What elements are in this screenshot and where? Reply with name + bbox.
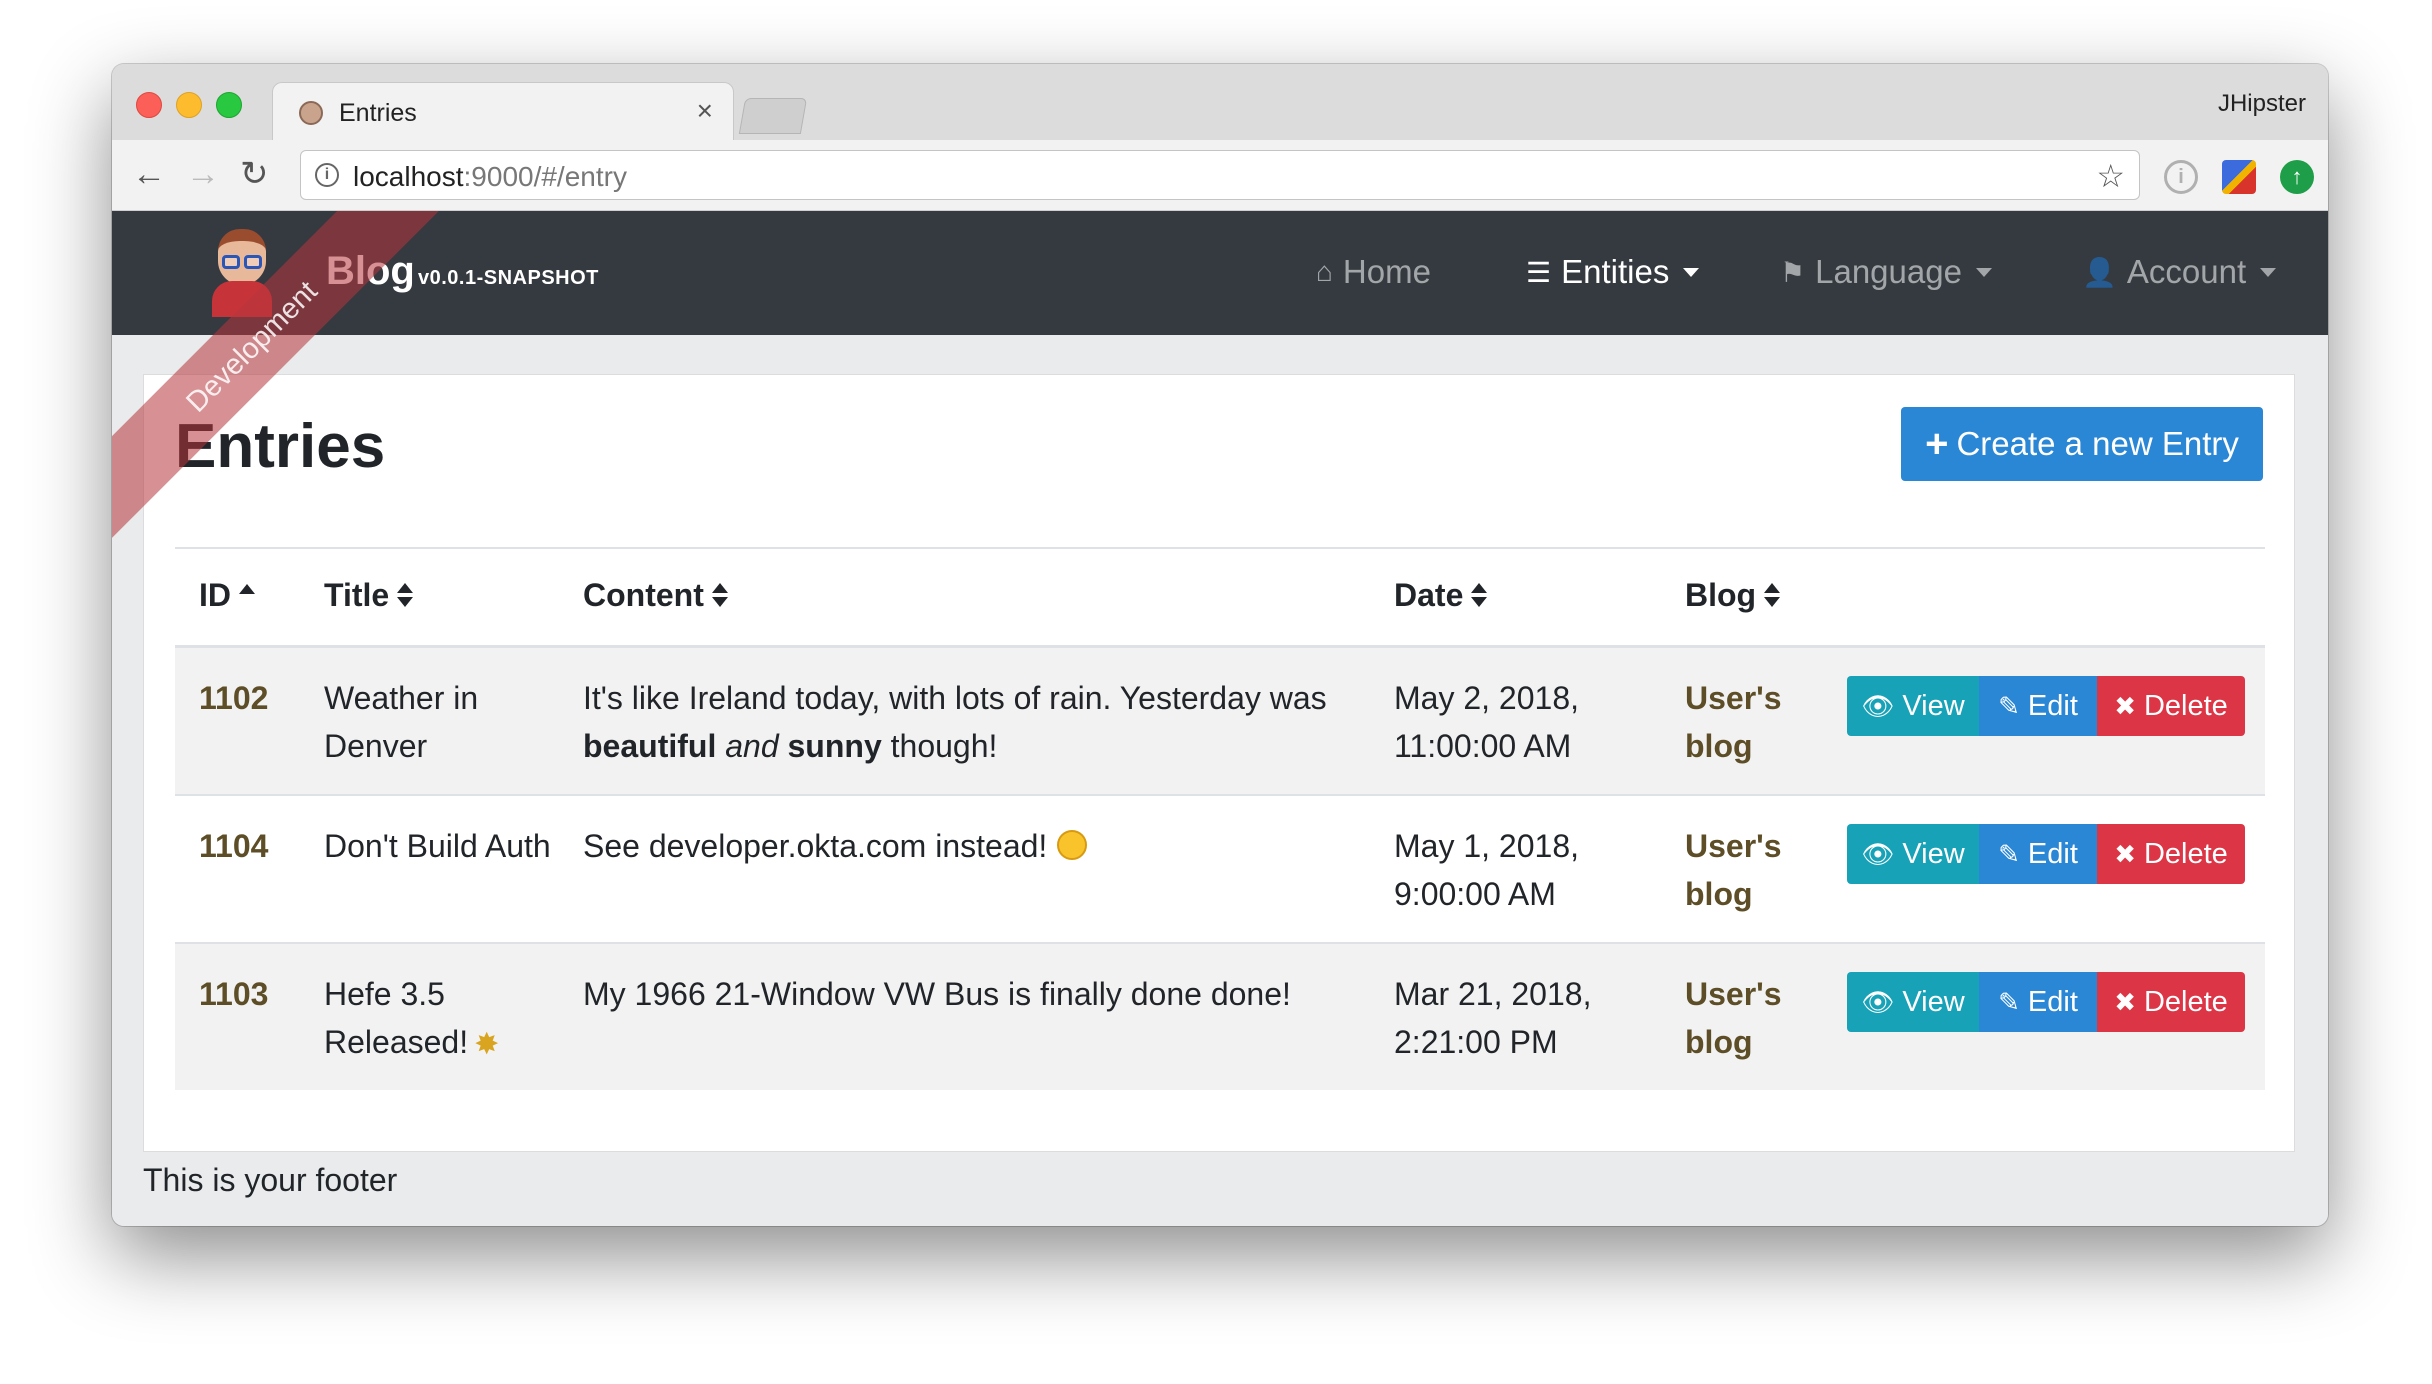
extension-icon[interactable] bbox=[2222, 160, 2256, 194]
list-icon: ☰ bbox=[1526, 256, 1552, 288]
edit-button[interactable]: ✎ Edit bbox=[1979, 824, 2097, 884]
table-row: 1103 Hefe 3.5 Released! ✸ My 1966 21-Wind… bbox=[175, 944, 2265, 1090]
sort-icon bbox=[397, 582, 414, 609]
tab-title: Entries bbox=[339, 99, 417, 127]
minimize-window-button[interactable] bbox=[176, 92, 202, 118]
header-id[interactable]: ID bbox=[199, 577, 255, 614]
row-actions: 👁 View ✎ Edit ✖ Delete bbox=[1847, 824, 2245, 884]
header-blog[interactable]: Blog bbox=[1685, 577, 1781, 614]
sort-icon bbox=[711, 582, 728, 609]
edit-button[interactable]: ✎ Edit bbox=[1979, 972, 2097, 1032]
entry-content: My 1966 21-Window VW Bus is finally done… bbox=[583, 976, 1291, 1012]
pencil-icon: ✎ bbox=[1998, 986, 2020, 1017]
pencil-icon: ✎ bbox=[1998, 690, 2020, 721]
create-entry-button[interactable]: + Create a new Entry bbox=[1901, 407, 2263, 481]
delete-button[interactable]: ✖ Delete bbox=[2097, 824, 2245, 884]
back-arrow-icon[interactable]: ← bbox=[132, 154, 166, 194]
entry-blog-link[interactable]: User's blog bbox=[1685, 822, 1805, 918]
entry-title: Don't Build Auth bbox=[324, 828, 551, 864]
entry-id-link[interactable]: 1102 bbox=[199, 674, 268, 722]
entry-blog-link[interactable]: User's blog bbox=[1685, 674, 1805, 770]
entry-id-link[interactable]: 1104 bbox=[199, 822, 268, 870]
header-content[interactable]: Content bbox=[583, 577, 728, 614]
close-icon: ✖ bbox=[2114, 986, 2136, 1017]
info-icon[interactable]: i bbox=[315, 163, 339, 187]
entry-blog-link[interactable]: User's blog bbox=[1685, 970, 1805, 1066]
view-button[interactable]: 👁 View bbox=[1847, 676, 1979, 736]
row-actions: 👁 View ✎ Edit ✖ Delete bbox=[1847, 676, 2245, 736]
entry-content: It's like Ireland today, with lots of ra… bbox=[583, 680, 1327, 764]
plus-icon: + bbox=[1925, 422, 1949, 466]
row-actions: 👁 View ✎ Edit ✖ Delete bbox=[1847, 972, 2245, 1032]
content-card: Entries + Create a new Entry ID Title Co… bbox=[143, 374, 2295, 1152]
browser-window: Entries × JHipster ← → ↻ i localhost:900… bbox=[112, 64, 2328, 1226]
table-row: 1102 Weather in Denver It's like Ireland… bbox=[175, 648, 2265, 796]
browser-toolbar: ← → ↻ i localhost:9000/#/entry ☆ i ↑ bbox=[112, 140, 2328, 211]
browser-tab[interactable]: Entries × bbox=[272, 82, 734, 141]
entry-date: May 1, 2018, 9:00:00 AM bbox=[1394, 828, 1579, 912]
home-icon: ⌂ bbox=[1316, 256, 1333, 287]
eye-icon: 👁 bbox=[1861, 986, 1895, 1017]
sort-icon bbox=[1764, 582, 1781, 609]
flag-icon: ⚑ bbox=[1780, 256, 1806, 288]
reload-icon[interactable]: ↻ bbox=[240, 154, 269, 194]
view-button[interactable]: 👁 View bbox=[1847, 824, 1979, 884]
address-bar[interactable]: i localhost:9000/#/entry ☆ bbox=[300, 150, 2140, 200]
close-icon: ✖ bbox=[2114, 838, 2136, 869]
entry-content: See developer.okta.com instead! bbox=[583, 822, 1363, 870]
url-text[interactable]: localhost:9000/#/entry bbox=[353, 161, 627, 193]
bookmark-star-icon[interactable]: ☆ bbox=[2096, 157, 2125, 195]
version-label: v0.0.1-SNAPSHOT bbox=[418, 267, 599, 289]
extension-upload-icon[interactable]: ↑ bbox=[2280, 160, 2314, 194]
pencil-icon: ✎ bbox=[1998, 838, 2020, 869]
entry-title: Weather in Denver bbox=[324, 680, 479, 764]
view-button[interactable]: 👁 View bbox=[1847, 972, 1979, 1032]
close-icon: ✖ bbox=[2114, 690, 2136, 721]
delete-button[interactable]: ✖ Delete bbox=[2097, 972, 2245, 1032]
close-tab-icon[interactable]: × bbox=[697, 95, 713, 127]
chevron-down-icon bbox=[1683, 267, 1700, 277]
party-popper-icon: ✸ bbox=[474, 1027, 500, 1061]
table-header: ID Title Content Date Blog bbox=[175, 549, 2265, 648]
close-window-button[interactable] bbox=[136, 92, 162, 118]
header-title[interactable]: Title bbox=[324, 577, 414, 614]
favicon-icon bbox=[299, 101, 323, 125]
nav-language[interactable]: ⚑ Language bbox=[1780, 253, 1992, 291]
table-row: 1104 Don't Build Auth See developer.okta… bbox=[175, 796, 2265, 944]
nav-entities[interactable]: ☰ Entities bbox=[1526, 253, 1700, 291]
page-footer: This is your footer bbox=[143, 1162, 398, 1198]
entry-id-link[interactable]: 1103 bbox=[199, 970, 268, 1018]
user-icon: 👤 bbox=[2082, 256, 2117, 288]
eye-icon: 👁 bbox=[1861, 838, 1895, 869]
sort-icon bbox=[1471, 582, 1488, 609]
app-navbar: Blog v0.0.1-SNAPSHOT ⌂ Home ☰ Entities ⚑… bbox=[112, 211, 2328, 335]
maximize-window-button[interactable] bbox=[216, 92, 242, 118]
entry-date: May 2, 2018, 11:00:00 AM bbox=[1394, 680, 1579, 764]
entry-title: Hefe 3.5 Released! ✸ bbox=[324, 970, 554, 1069]
chevron-down-icon bbox=[2260, 267, 2277, 277]
eye-icon: 👁 bbox=[1861, 690, 1895, 721]
new-tab-button[interactable] bbox=[738, 98, 808, 134]
entry-date: Mar 21, 2018, 2:21:00 PM bbox=[1394, 976, 1592, 1060]
tab-bar: Entries × JHipster bbox=[112, 64, 2328, 141]
nav-account[interactable]: 👤 Account bbox=[2082, 253, 2277, 291]
edit-button[interactable]: ✎ Edit bbox=[1979, 676, 2097, 736]
forward-arrow-icon[interactable]: → bbox=[186, 154, 220, 194]
header-date[interactable]: Date bbox=[1394, 577, 1488, 614]
extension-info-icon[interactable]: i bbox=[2164, 160, 2198, 194]
profile-name[interactable]: JHipster bbox=[2218, 90, 2306, 118]
nav-home[interactable]: ⌂ Home bbox=[1316, 253, 1431, 291]
smiling-face-icon bbox=[1057, 829, 1088, 860]
entries-table: ID Title Content Date Blog 1102 Weather … bbox=[175, 547, 2265, 1090]
chevron-down-icon bbox=[1975, 267, 1992, 277]
page-viewport: Blog v0.0.1-SNAPSHOT ⌂ Home ☰ Entities ⚑… bbox=[112, 211, 2328, 1226]
delete-button[interactable]: ✖ Delete bbox=[2097, 676, 2245, 736]
sort-asc-icon bbox=[239, 583, 255, 598]
